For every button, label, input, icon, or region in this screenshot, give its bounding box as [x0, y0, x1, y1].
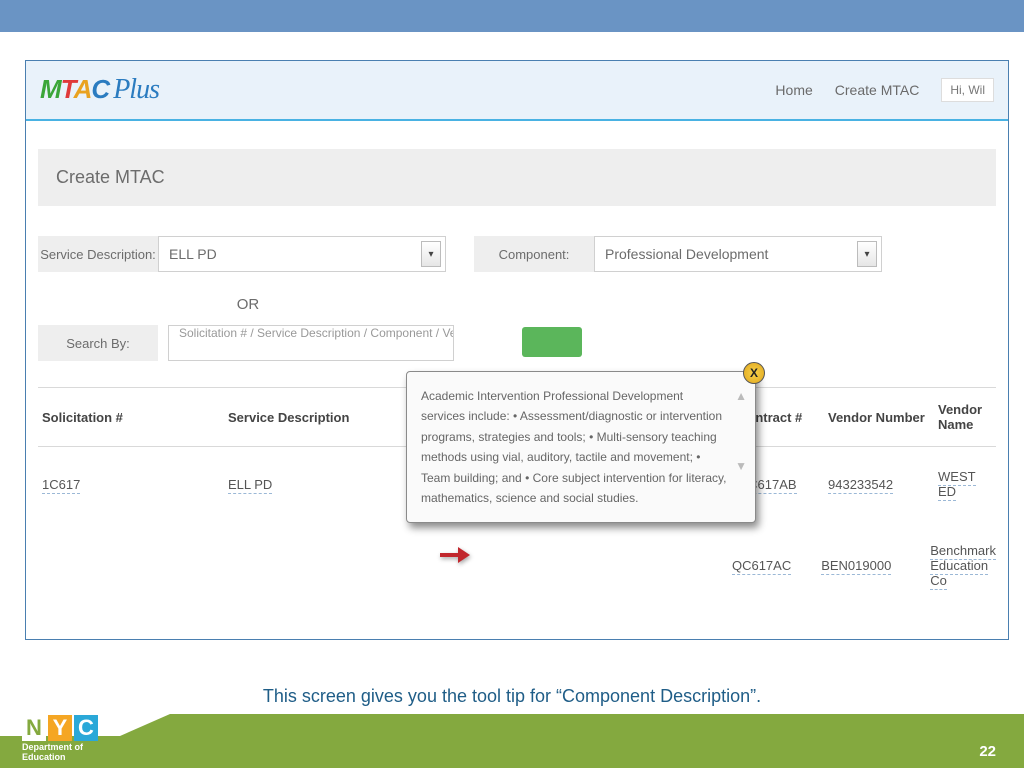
or-separator: OR: [38, 296, 458, 313]
cell-vendor-number[interactable]: BEN019000: [821, 558, 891, 575]
slide-footer: This screen gives you the tool tip for “…: [0, 678, 1024, 768]
arrow-right-icon: [438, 545, 472, 570]
logo-m: M: [40, 74, 61, 104]
th-vendor-number: Vendor Number: [828, 410, 938, 425]
service-description-dropdown[interactable]: ELL PD ▾: [158, 236, 446, 272]
close-icon[interactable]: X: [743, 362, 765, 384]
search-row: Search By: Solicitation # / Service Desc…: [38, 325, 996, 361]
mtac-plus-logo: MTACPlus: [40, 74, 159, 106]
logo-letter-n: N: [22, 715, 46, 741]
app-header: MTACPlus Home Create MTAC Hi, Wil: [26, 61, 1008, 121]
component-dropdown[interactable]: Professional Development ▾: [594, 236, 882, 272]
component-description-tooltip: X ▲ ▼ Academic Intervention Professional…: [406, 371, 756, 523]
service-description-value: ELL PD: [169, 246, 217, 262]
logo-plus: Plus: [113, 74, 159, 105]
filters-row: Service Description: ELL PD ▾ Component:…: [38, 236, 996, 272]
chevron-down-icon: ▾: [857, 241, 877, 267]
cell-vendor-name[interactable]: Benchmark Education Co: [930, 543, 996, 590]
th-service: Service Description: [228, 410, 428, 425]
cell-solicitation[interactable]: 1C617: [42, 477, 80, 494]
user-chip[interactable]: Hi, Wil: [941, 78, 994, 102]
logo-a: A: [74, 74, 92, 104]
chevron-up-icon[interactable]: ▲: [735, 386, 747, 406]
chevron-down-icon: ▾: [421, 241, 441, 267]
search-button[interactable]: [522, 327, 582, 357]
logo-c: C: [91, 74, 109, 104]
search-input[interactable]: Solicitation # / Service Description / C…: [168, 325, 454, 361]
page-number: 22: [979, 743, 996, 760]
nav-right: Home Create MTAC Hi, Wil: [775, 78, 994, 102]
table-row: QC617AC BEN019000 Benchmark Education Co: [38, 521, 996, 610]
service-description-label: Service Description:: [38, 236, 158, 272]
cell-service[interactable]: ELL PD: [228, 477, 272, 494]
search-by-label: Search By:: [38, 325, 158, 361]
nav-home[interactable]: Home: [775, 82, 812, 98]
component-value: Professional Development: [605, 246, 768, 262]
component-field: Component: Professional Development ▾: [474, 236, 882, 272]
th-vendor-name: Vendor Name: [938, 402, 996, 432]
slide-caption: This screen gives you the tool tip for “…: [0, 686, 1024, 707]
tooltip-text: Academic Intervention Professional Devel…: [421, 389, 726, 505]
footer-decoration: [120, 714, 600, 736]
service-description-field: Service Description: ELL PD ▾: [38, 236, 446, 272]
logo-letter-c: C: [74, 715, 98, 741]
logo-letter-y: Y: [48, 715, 72, 741]
cell-vendor-name[interactable]: WEST ED: [938, 469, 976, 501]
app-frame: MTACPlus Home Create MTAC Hi, Wil Create…: [25, 60, 1009, 640]
slide-top-bar: [0, 0, 1024, 32]
footer-strip: [0, 736, 1024, 768]
logo-t: T: [61, 74, 74, 104]
th-solicitation: Solicitation #: [38, 410, 228, 425]
nyc-doe-logo: NYC Department ofEducation: [22, 715, 132, 762]
footer-decoration: [598, 714, 1024, 736]
component-label: Component:: [474, 236, 594, 272]
cell-contract[interactable]: QC617AC: [732, 558, 791, 575]
chevron-down-icon[interactable]: ▼: [735, 456, 747, 476]
scroll-hints: ▲ ▼: [735, 386, 747, 477]
page-title: Create MTAC: [38, 149, 996, 206]
nav-create-mtac[interactable]: Create MTAC: [835, 82, 920, 98]
cell-vendor-number[interactable]: 943233542: [828, 477, 893, 494]
